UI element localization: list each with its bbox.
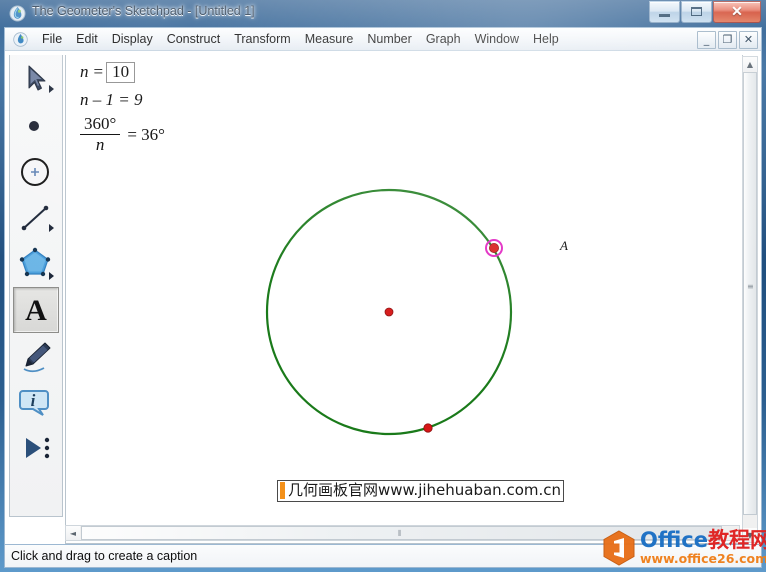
menu-item-edit[interactable]: Edit xyxy=(69,30,105,49)
point-a-label[interactable]: A xyxy=(560,238,568,254)
custom-tool[interactable] xyxy=(13,425,59,471)
point-icon xyxy=(29,121,39,131)
mdi-window-controls: _ ❐ ✕ xyxy=(697,31,758,49)
mdi-restore-button[interactable]: ❐ xyxy=(718,31,737,49)
window-controls: ✕ xyxy=(648,1,761,23)
mdi-minimize-button[interactable]: _ xyxy=(697,31,716,49)
information-tool[interactable]: i xyxy=(13,379,59,425)
watermark-brand-cn: 教程网 xyxy=(707,528,766,553)
window-title: The Geometer's Sketchpad - [Untitled 1] xyxy=(32,4,255,18)
point-a[interactable] xyxy=(488,242,499,253)
watermark-url: www.office26.com xyxy=(640,551,766,567)
office-hexagon-logo-icon xyxy=(603,530,635,566)
polygon-tool[interactable] xyxy=(13,241,59,287)
info-bubble-icon: i xyxy=(19,390,49,416)
text-caret xyxy=(280,482,285,500)
mdi-restore-icon: ❐ xyxy=(722,33,733,46)
document-app-icon[interactable] xyxy=(13,32,28,47)
menu-item-display[interactable]: Display xyxy=(105,30,160,49)
mdi-close-button[interactable]: ✕ xyxy=(739,31,758,49)
tool-palette: A i xyxy=(9,55,63,517)
mdi-minimize-icon: _ xyxy=(703,33,710,46)
straightedge-line-tool[interactable] xyxy=(13,195,59,241)
chevron-up-icon: ▲ xyxy=(746,59,754,69)
status-message: Click and drag to create a caption xyxy=(11,549,198,563)
text-tool[interactable]: A xyxy=(13,287,59,333)
sketch-canvas[interactable]: n = 10 n – 1 = 9 360° n = 36° A 几何画板官网ww… xyxy=(66,55,726,525)
circle-tool-icon xyxy=(21,158,49,186)
menu-item-graph[interactable]: Graph xyxy=(419,30,468,49)
caption-text[interactable]: 几何画板官网www.jihehuaban.com.cn xyxy=(288,481,561,499)
line-tool-icon xyxy=(21,205,54,232)
caption-text-box[interactable]: 几何画板官网www.jihehuaban.com.cn xyxy=(277,480,565,503)
custom-tool-icon xyxy=(26,437,50,459)
menu-item-transform[interactable]: Transform xyxy=(227,30,298,49)
compass-circle-tool[interactable] xyxy=(13,149,59,195)
watermark-brand: Office教程网 xyxy=(640,530,766,551)
circle-radius-point[interactable] xyxy=(423,423,433,433)
title-bar: The Geometer's Sketchpad - [Untitled 1] … xyxy=(0,0,766,27)
site-watermark: Office教程网 www.office26.com xyxy=(602,526,766,570)
chevron-left-icon: ◄ xyxy=(69,528,77,538)
vertical-scrollbar[interactable]: ▲ ≡ ▼ xyxy=(742,56,758,543)
sketchpad-app-icon xyxy=(9,5,26,22)
menu-item-help[interactable]: Help xyxy=(526,30,566,49)
scroll-grip-icon: ≡ xyxy=(747,282,754,291)
arrow-select-icon xyxy=(28,65,54,93)
sketch-canvas-area[interactable]: n = 10 n – 1 = 9 360° n = 36° A 几何画板官网ww… xyxy=(65,55,743,544)
minimize-button[interactable] xyxy=(649,1,680,23)
svg-text:A: A xyxy=(25,294,47,327)
vertical-scroll-thumb[interactable]: ≡ xyxy=(743,72,757,515)
watermark-text: Office教程网 www.office26.com xyxy=(640,530,766,566)
text-tool-icon: A xyxy=(25,294,47,327)
circle-center-point[interactable] xyxy=(384,307,394,317)
geometry-figure[interactable] xyxy=(66,55,726,525)
maximize-button[interactable] xyxy=(681,1,712,23)
watermark-brand-en: Office xyxy=(640,528,708,553)
polygon-tool-icon xyxy=(19,247,54,280)
maximize-icon xyxy=(691,7,702,16)
menu-item-construct[interactable]: Construct xyxy=(160,30,228,49)
marker-pen-icon xyxy=(23,342,51,373)
application-window: The Geometer's Sketchpad - [Untitled 1] … xyxy=(0,0,766,572)
client-area: File Edit Display Construct Transform Me… xyxy=(4,27,762,545)
arrow-select-tool[interactable] xyxy=(13,57,59,103)
marker-pen-tool[interactable] xyxy=(13,333,59,379)
scroll-up-button[interactable]: ▲ xyxy=(743,57,757,71)
menu-items: File Edit Display Construct Transform Me… xyxy=(35,28,566,51)
close-icon: ✕ xyxy=(731,3,743,19)
mdi-close-icon: ✕ xyxy=(743,33,754,46)
menu-item-number[interactable]: Number xyxy=(360,30,418,49)
scroll-grip-icon: ⦀ xyxy=(398,529,402,538)
minimize-icon xyxy=(659,14,670,17)
svg-text:i: i xyxy=(31,391,36,410)
menu-item-measure[interactable]: Measure xyxy=(298,30,361,49)
menu-item-file[interactable]: File xyxy=(35,30,69,49)
menu-item-window[interactable]: Window xyxy=(468,30,526,49)
scroll-left-button[interactable]: ◄ xyxy=(66,526,80,540)
point-tool[interactable] xyxy=(13,103,59,149)
menu-bar: File Edit Display Construct Transform Me… xyxy=(5,28,761,51)
close-button[interactable]: ✕ xyxy=(713,1,761,23)
